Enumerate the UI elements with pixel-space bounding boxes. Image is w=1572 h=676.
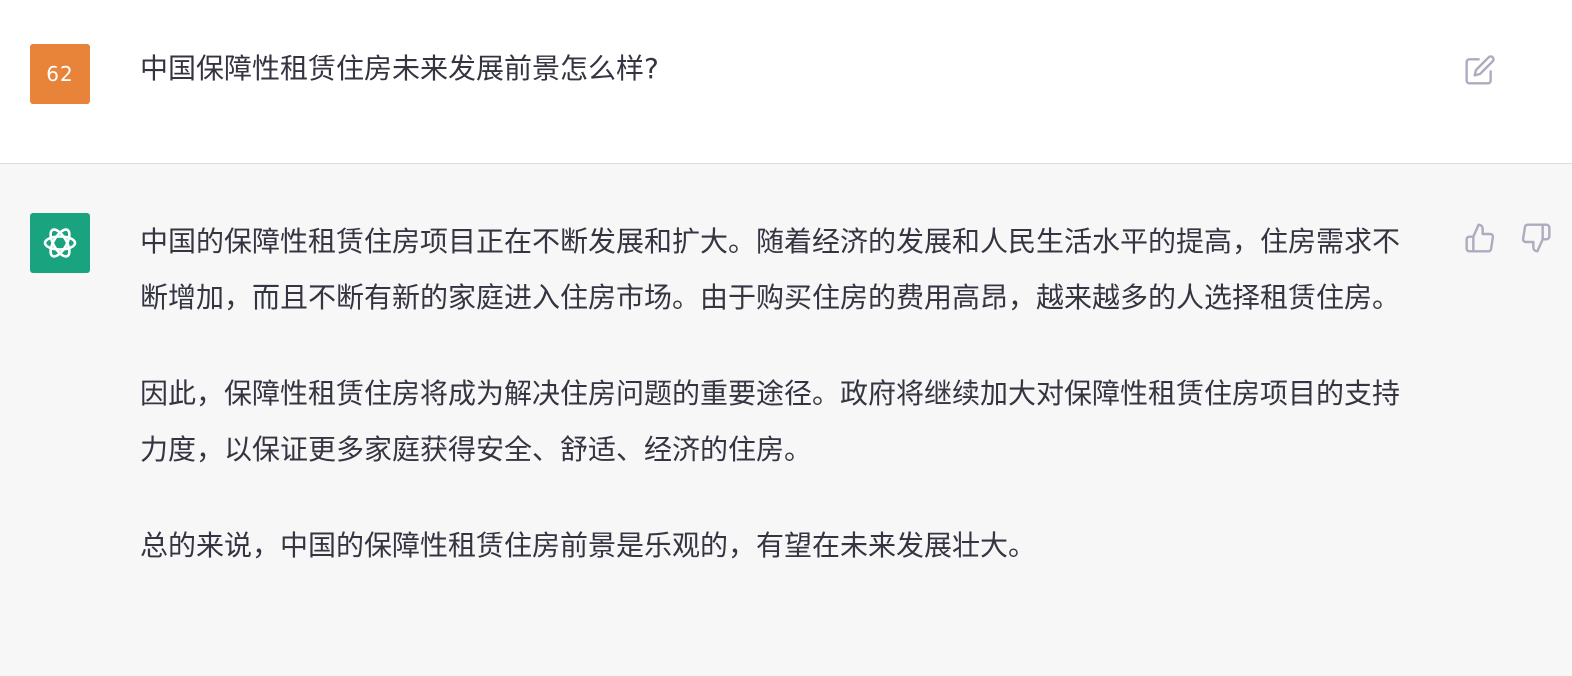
- assistant-avatar: [30, 213, 90, 273]
- thumbs-down-icon: [1521, 223, 1551, 253]
- user-message-text: 中国保障性租赁住房未来发展前景怎么样?: [140, 52, 659, 85]
- thumbs-up-icon: [1465, 223, 1495, 253]
- assistant-paragraph: 因此，保障性租赁住房将成为解决住房问题的重要途径。政府将继续加大对保障性租赁住房…: [140, 377, 1401, 466]
- openai-logo-icon: [43, 228, 77, 258]
- user-avatar: 62: [30, 44, 90, 104]
- assistant-message-row: 中国的保障性租赁住房项目正在不断发展和扩大。随着经济的发展和人民生活水平的提高，…: [0, 164, 1572, 676]
- user-avatar-text: 62: [46, 62, 74, 86]
- thumbs-down-button[interactable]: [1516, 218, 1556, 258]
- edit-button[interactable]: [1460, 50, 1500, 90]
- edit-icon: [1465, 55, 1495, 85]
- user-message-row: 62 中国保障性租赁住房未来发展前景怎么样?: [0, 0, 1572, 164]
- assistant-paragraph: 中国的保障性租赁住房项目正在不断发展和扩大。随着经济的发展和人民生活水平的提高，…: [140, 225, 1401, 314]
- assistant-message-text: 中国的保障性租赁住房项目正在不断发展和扩大。随着经济的发展和人民生活水平的提高，…: [140, 214, 1425, 574]
- thumbs-up-button[interactable]: [1460, 218, 1500, 258]
- assistant-paragraph: 总的来说，中国的保障性租赁住房前景是乐观的，有望在未来发展壮大。: [140, 529, 1037, 562]
